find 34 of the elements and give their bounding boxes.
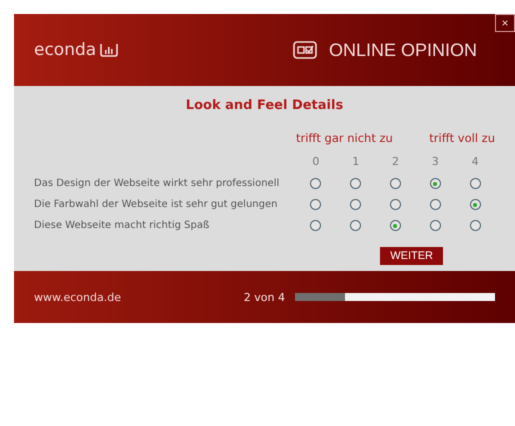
radio-button[interactable]: [430, 220, 441, 231]
radio-button[interactable]: [430, 199, 441, 210]
progress-text: 2 von 4: [244, 290, 285, 304]
radio-button[interactable]: [470, 220, 481, 231]
checkbox-form-icon: [292, 41, 317, 59]
question-text: Die Farbwahl der Webseite ist sehr gut gelungen: [34, 199, 278, 210]
radio-button[interactable]: [390, 199, 401, 210]
radio-button[interactable]: [310, 178, 322, 189]
section-heading: Look and Feel Details: [184, 98, 344, 113]
scale-number: 2: [390, 155, 400, 168]
window-title: ONLINE OPINION: [328, 40, 477, 60]
scale-number: 3: [430, 155, 440, 168]
logo-text: econda: [34, 40, 96, 60]
scale-number: 1: [351, 155, 360, 168]
next-button[interactable]: WEITER: [380, 247, 443, 265]
radio-button[interactable]: [390, 178, 401, 189]
close-button[interactable]: ×: [495, 14, 515, 32]
website-link[interactable]: www.econda.de: [34, 290, 121, 304]
bar-chart-icon: [99, 42, 120, 58]
scale-low-label: trifft gar nicht zu: [296, 131, 393, 145]
radio-button[interactable]: [350, 199, 362, 210]
radio-button[interactable]: [310, 220, 322, 231]
question-text: Das Design der Webseite wirkt sehr professionell: [34, 178, 280, 189]
scale-number: 0: [311, 155, 320, 168]
radio-button[interactable]: [470, 199, 481, 210]
radio-button[interactable]: [430, 178, 441, 189]
radio-button[interactable]: [310, 199, 322, 210]
radio-button[interactable]: [390, 220, 401, 231]
question-text: Diese Webseite macht richtig Spaß: [34, 220, 210, 231]
radio-button[interactable]: [470, 178, 481, 189]
radio-button[interactable]: [350, 220, 362, 231]
scale-number: 4: [470, 155, 480, 168]
radio-button[interactable]: [350, 178, 362, 189]
scale-high-label: trifft voll zu: [429, 131, 495, 145]
